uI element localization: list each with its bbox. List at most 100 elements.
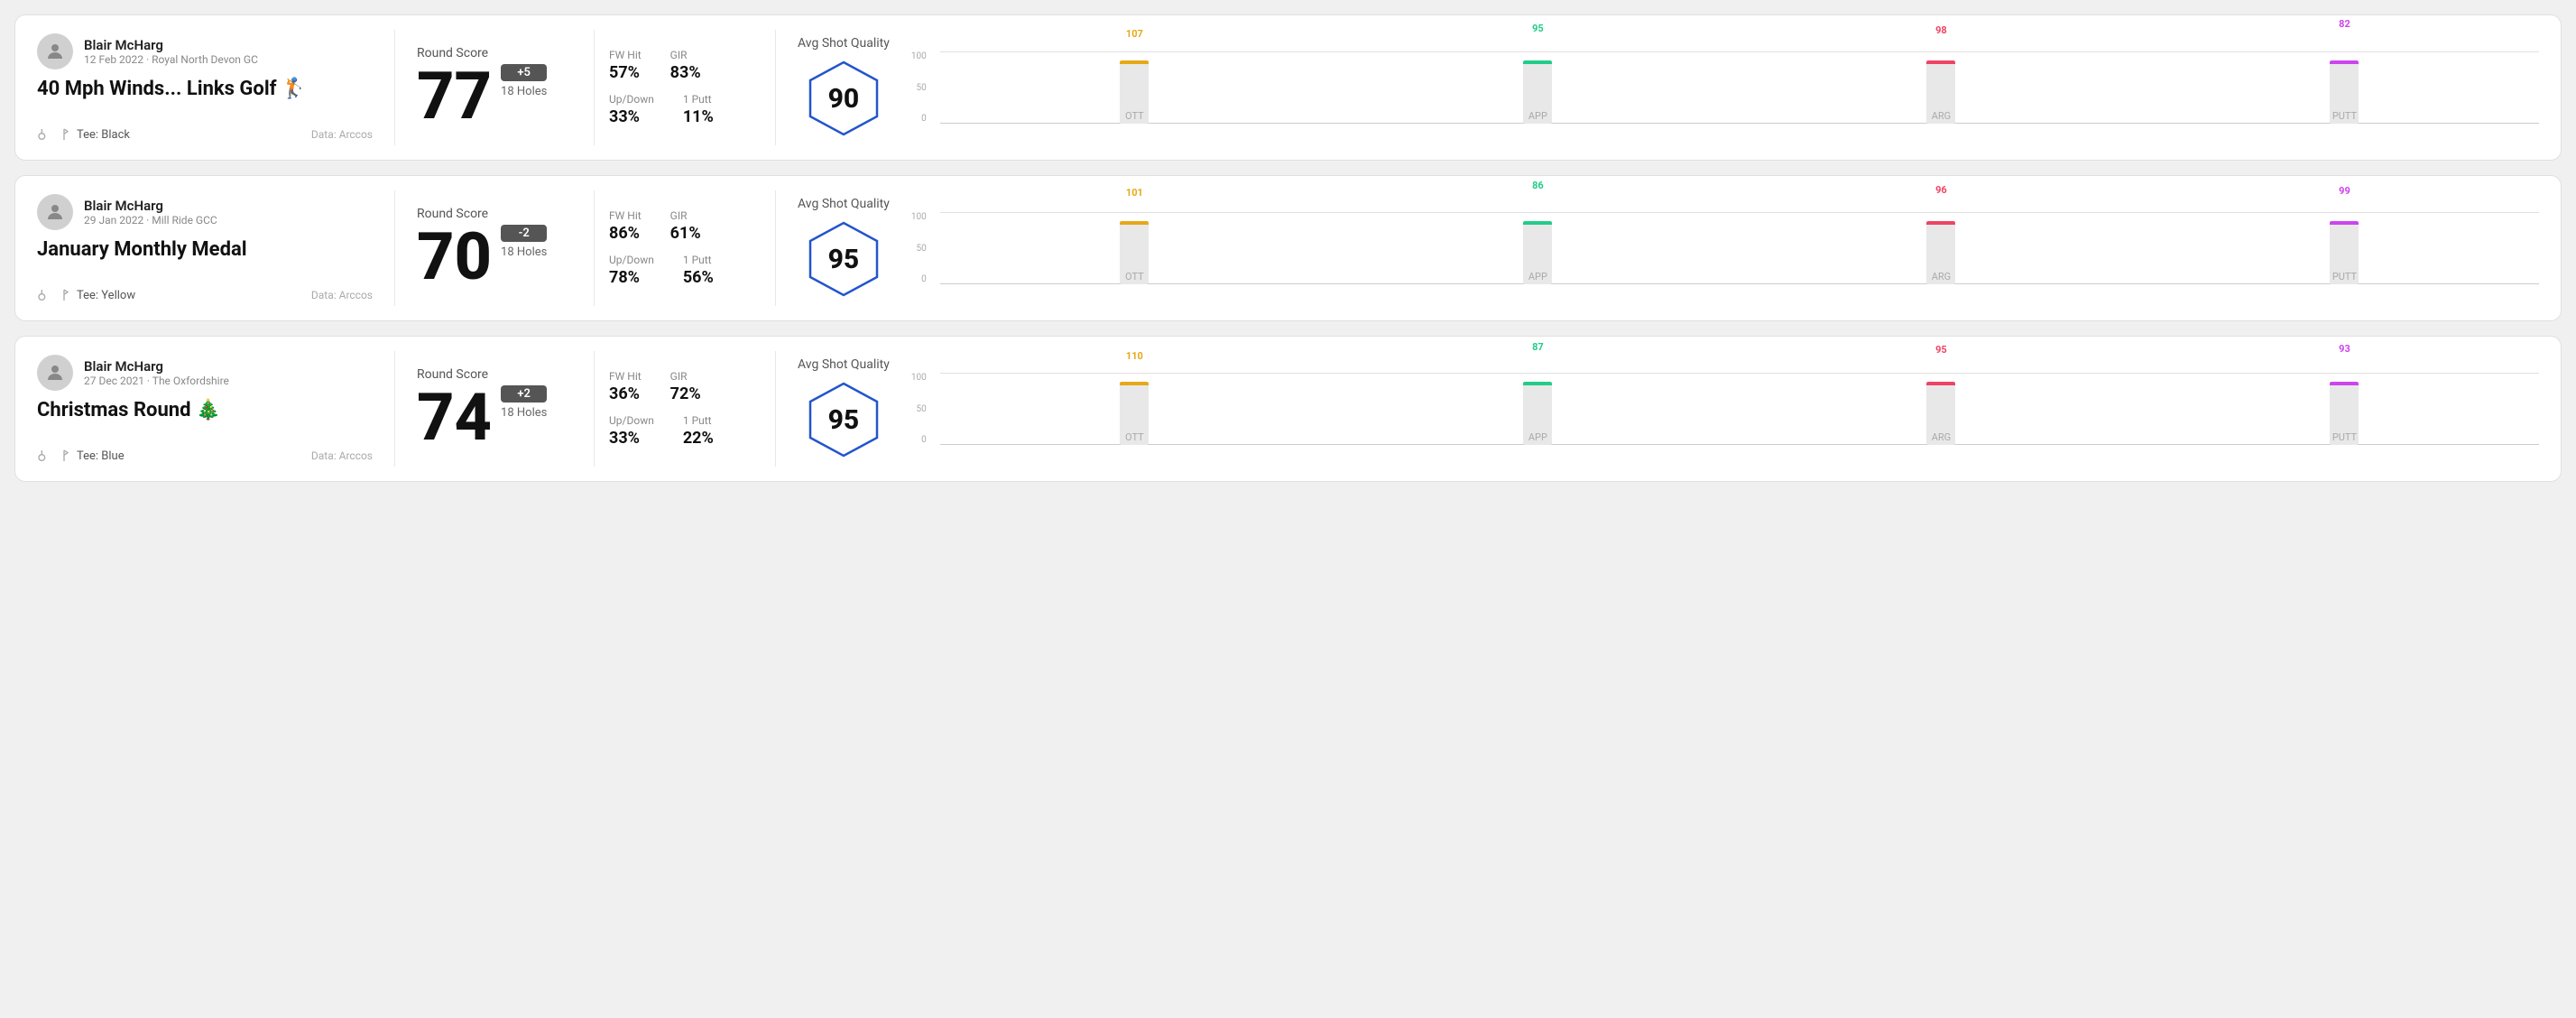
quality-section: Avg Shot Quality 95 100500110OTT87APP95A…: [776, 337, 2561, 481]
tee-label: Tee: Blue: [77, 449, 125, 463]
round-card-2[interactable]: Blair McHarg 29 Jan 2022 · Mill Ride GCC…: [14, 175, 2562, 321]
quality-left: Avg Shot Quality 95: [798, 197, 890, 300]
user-name: Blair McHarg: [84, 198, 217, 214]
bar-group-ott: 101OTT: [940, 221, 1329, 284]
bar-value-label: 107: [1126, 28, 1143, 40]
y-axis: 100500: [911, 373, 930, 445]
golf-icon: [57, 449, 71, 463]
weather-icon: [37, 127, 51, 142]
stat-value: 33%: [609, 107, 654, 126]
stat-value: 83%: [670, 63, 701, 82]
bar-x-label: APP: [1528, 271, 1547, 282]
round-card-3[interactable]: Blair McHarg 27 Dec 2021 · The Oxfordshi…: [14, 336, 2562, 482]
score-section: Round Score 70 -2 18 Holes: [395, 176, 594, 320]
stats-row-1: FW Hit 36% GIR 72%: [609, 370, 761, 403]
score-right: +2 18 Holes: [501, 385, 547, 423]
data-source-label: Data: Arccos: [311, 128, 373, 141]
y-axis-label: 0: [921, 274, 927, 284]
score-section: Round Score 77 +5 18 Holes: [395, 15, 594, 160]
score-holes: 18 Holes: [501, 85, 547, 98]
quality-left: Avg Shot Quality 90: [798, 36, 890, 139]
stat-label: FW Hit: [609, 370, 642, 383]
card-footer: Tee: Black Data: Arccos: [37, 127, 373, 142]
y-axis-label: 0: [921, 435, 927, 445]
weather-icon: [37, 449, 51, 463]
bar-value-label: 82: [2339, 18, 2350, 30]
stat-value: 56%: [683, 268, 714, 287]
user-row: Blair McHarg 29 Jan 2022 · Mill Ride GCC: [37, 194, 373, 230]
round-title: 40 Mph Winds... Links Golf 🏌️: [37, 77, 373, 103]
quality-section: Avg Shot Quality 95 100500101OTT86APP96A…: [776, 176, 2561, 320]
stats-section: FW Hit 36% GIR 72% Up/Down 33% 1 Putt 22…: [595, 337, 775, 481]
y-axis-label: 50: [916, 83, 926, 93]
tee-row: Tee: Black: [37, 127, 130, 142]
stat-label: FW Hit: [609, 49, 642, 61]
stat-label: Up/Down: [609, 414, 654, 427]
bar-fill: [1523, 221, 1552, 225]
weather-icon: [37, 288, 51, 302]
hexagon-wrapper: 95: [803, 379, 884, 460]
stat-value: 36%: [609, 384, 642, 403]
user-row: Blair McHarg 12 Feb 2022 · Royal North D…: [37, 33, 373, 69]
bar-fill: [2330, 60, 2359, 64]
round-card-1[interactable]: Blair McHarg 12 Feb 2022 · Royal North D…: [14, 14, 2562, 161]
stat-item: Up/Down 78%: [609, 254, 654, 287]
user-info: Blair McHarg 27 Dec 2021 · The Oxfordshi…: [84, 358, 229, 387]
card-left-section: Blair McHarg 29 Jan 2022 · Mill Ride GCC…: [15, 176, 394, 320]
score-main: 77 +5 18 Holes: [417, 64, 572, 129]
stats-row-2: Up/Down 78% 1 Putt 56%: [609, 254, 761, 287]
bar-value-label: 86: [1532, 180, 1544, 191]
hexagon-wrapper: 90: [803, 58, 884, 139]
bar-x-label: PUTT: [2332, 431, 2357, 443]
stats-section: FW Hit 57% GIR 83% Up/Down 33% 1 Putt 11…: [595, 15, 775, 160]
stats-row-1: FW Hit 86% GIR 61%: [609, 209, 761, 243]
score-badge: -2: [501, 225, 547, 242]
bar-value-label: 98: [1935, 24, 1947, 36]
bar-x-label: OTT: [1125, 271, 1144, 282]
bar-value-label: 87: [1532, 341, 1544, 353]
grid-line-top: [940, 212, 2539, 213]
bar-group-arg: 98ARG: [1747, 60, 2136, 124]
bars-area: 100500107OTT95APP98ARG82PUTT: [911, 51, 2539, 142]
score-right: -2 18 Holes: [501, 225, 547, 263]
golf-icon: [57, 288, 71, 302]
bar-x-label: ARG: [1932, 110, 1951, 122]
bar-x-label: OTT: [1125, 110, 1144, 122]
user-info: Blair McHarg 12 Feb 2022 · Royal North D…: [84, 37, 258, 66]
score-number: 70: [417, 225, 492, 290]
card-left-section: Blair McHarg 27 Dec 2021 · The Oxfordshi…: [15, 337, 394, 481]
stat-label: 1 Putt: [683, 93, 714, 106]
quality-left: Avg Shot Quality 95: [798, 357, 890, 460]
bar-x-label: PUTT: [2332, 110, 2357, 122]
bar-group-ott: 107OTT: [940, 60, 1329, 124]
bar-chart: 100500110OTT87APP95ARG93PUTT: [911, 355, 2539, 463]
bar-value-label: 96: [1935, 184, 1947, 196]
stat-item: FW Hit 57%: [609, 49, 642, 82]
grid-line-top: [940, 51, 2539, 52]
score-holes: 18 Holes: [501, 406, 547, 420]
user-name: Blair McHarg: [84, 37, 258, 53]
stats-section: FW Hit 86% GIR 61% Up/Down 78% 1 Putt 56…: [595, 176, 775, 320]
stat-value: 57%: [609, 63, 642, 82]
bar-fill: [1120, 60, 1149, 64]
score-badge: +5: [501, 64, 547, 81]
quality-label: Avg Shot Quality: [798, 197, 890, 211]
stat-value: 78%: [609, 268, 654, 287]
avatar: [37, 355, 73, 391]
card-left-section: Blair McHarg 12 Feb 2022 · Royal North D…: [15, 15, 394, 160]
bar-chart: 100500101OTT86APP96ARG99PUTT: [911, 194, 2539, 302]
bar-group-app: 95APP: [1343, 60, 1732, 124]
stats-row-1: FW Hit 57% GIR 83%: [609, 49, 761, 82]
stat-label: 1 Putt: [683, 254, 714, 266]
bar-group-putt: 99PUTT: [2150, 221, 2539, 284]
bar-value-label: 93: [2339, 343, 2350, 355]
bar-fill: [1523, 382, 1552, 385]
bar-x-label: ARG: [1932, 271, 1951, 282]
stat-label: GIR: [670, 49, 701, 61]
bar-x-label: OTT: [1125, 431, 1144, 443]
stat-value: 86%: [609, 224, 642, 243]
stat-value: 61%: [670, 224, 701, 243]
bar-fill: [2330, 382, 2359, 385]
golf-icon: [57, 127, 71, 142]
quality-label: Avg Shot Quality: [798, 36, 890, 51]
